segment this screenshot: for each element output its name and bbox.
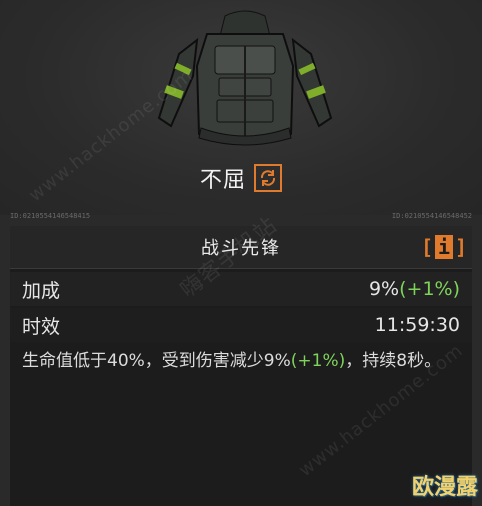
- site-logo: 欧漫露: [411, 475, 478, 500]
- item-preview-area: 不屈: [0, 0, 482, 215]
- description-bonus: (+1%): [290, 351, 346, 371]
- item-name: 不屈: [199, 168, 246, 193]
- stat-value-main: 9%: [368, 278, 400, 300]
- swap-cycle-icon[interactable]: [254, 164, 282, 192]
- serial-right: ID:0210554146548452: [391, 212, 472, 220]
- stat-row-bonus: 加成 9%(+1%): [10, 272, 472, 306]
- description-text: 生命值低于40%，受到伤害减少9%: [22, 351, 291, 371]
- serial-left: ID:0210554146548415: [10, 212, 91, 220]
- talent-panel: 战斗先锋 [i] 加成 9%(+1%) 时效 11:59:30 生命值低于40%…: [10, 226, 472, 506]
- stat-value: 9%(+1%): [369, 278, 460, 300]
- stat-label: 加成: [22, 279, 61, 302]
- talent-description: 生命值低于40%，受到伤害减少9%(+1%)，持续8秒。: [22, 346, 462, 376]
- stat-label: 时效: [22, 315, 61, 338]
- stat-value: 11:59:30: [374, 314, 460, 336]
- stat-value-bonus: (+1%): [399, 278, 460, 300]
- stat-row-duration: 时效 11:59:30: [10, 308, 472, 342]
- info-bracket-icon[interactable]: [i]: [421, 233, 467, 261]
